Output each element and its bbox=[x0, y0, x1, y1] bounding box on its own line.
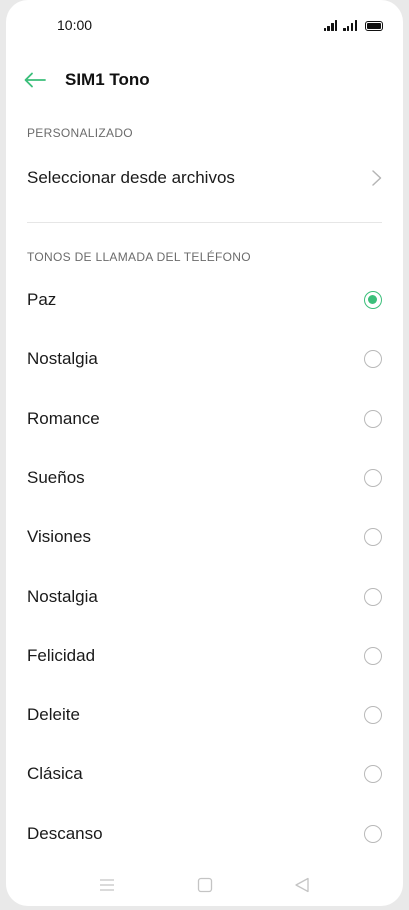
page-title: SIM1 Tono bbox=[65, 70, 150, 89]
back-button[interactable] bbox=[22, 67, 48, 93]
ringtone-label: Felicidad bbox=[27, 645, 96, 665]
ringtone-label: Nostalgia bbox=[27, 586, 98, 606]
nav-back-button[interactable] bbox=[289, 872, 315, 898]
status-time: 10:00 bbox=[57, 17, 93, 33]
ringtone-row[interactable]: Paz bbox=[6, 274, 403, 326]
radio-unselected-icon[interactable] bbox=[364, 409, 382, 428]
ringtone-row[interactable]: Descanso bbox=[6, 808, 403, 860]
ringtone-label: Clásica bbox=[27, 764, 83, 784]
radio-unselected-icon[interactable] bbox=[364, 824, 382, 843]
phone-screen: 10:00 SIM1 Tono PERSONALIZADO Selecciona… bbox=[6, 0, 403, 906]
ringtone-label: Romance bbox=[27, 408, 100, 428]
ringtone-row[interactable]: Romance bbox=[6, 393, 403, 445]
ringtone-label: Paz bbox=[27, 290, 57, 309]
arrow-left-icon bbox=[24, 72, 46, 88]
ringtone-row[interactable]: Nostalgia bbox=[6, 571, 403, 623]
section-label-ringtones: TONOS DE LLAMADA DEL TELÉFONO bbox=[27, 250, 251, 264]
ringtone-label: Descanso bbox=[27, 823, 103, 843]
radio-unselected-icon[interactable] bbox=[364, 765, 382, 784]
signal-icon bbox=[343, 20, 357, 31]
nav-home-button[interactable] bbox=[192, 872, 218, 898]
ringtone-label: Visiones bbox=[27, 527, 91, 547]
section-divider bbox=[27, 222, 382, 223]
ringtone-row[interactable]: Nostalgia bbox=[6, 333, 403, 385]
ringtone-row[interactable]: Sueños bbox=[6, 452, 403, 504]
chevron-right-icon bbox=[372, 170, 382, 186]
menu-icon bbox=[100, 879, 114, 891]
select-from-files-row[interactable]: Seleccionar desde archivos bbox=[6, 152, 403, 204]
radio-selected-icon[interactable] bbox=[364, 291, 382, 309]
status-bar: 10:00 bbox=[6, 0, 403, 52]
navigation-bar bbox=[6, 864, 403, 906]
square-home-icon bbox=[197, 877, 213, 893]
ringtone-row[interactable]: Visiones bbox=[6, 511, 403, 563]
radio-unselected-icon[interactable] bbox=[364, 706, 382, 725]
nav-menu-button[interactable] bbox=[94, 872, 120, 898]
signal-icon bbox=[323, 20, 338, 31]
radio-unselected-icon[interactable] bbox=[364, 646, 382, 665]
status-icons bbox=[323, 17, 383, 31]
select-from-files-label: Seleccionar desde archivos bbox=[27, 168, 235, 187]
ringtone-row[interactable]: Felicidad bbox=[6, 630, 403, 682]
app-header: SIM1 Tono bbox=[6, 58, 403, 102]
ringtone-row[interactable]: Clásica bbox=[6, 748, 403, 800]
radio-unselected-icon[interactable] bbox=[364, 528, 382, 547]
radio-unselected-icon[interactable] bbox=[364, 350, 382, 369]
ringtone-label: Nostalgia bbox=[27, 349, 98, 369]
radio-unselected-icon[interactable] bbox=[364, 468, 382, 487]
ringtone-label: Deleite bbox=[27, 705, 80, 725]
radio-unselected-icon[interactable] bbox=[364, 587, 382, 606]
ringtone-label: Sueños bbox=[27, 467, 85, 487]
section-label-custom: PERSONALIZADO bbox=[27, 126, 133, 140]
ringtone-row[interactable]: Deleite bbox=[6, 689, 403, 741]
triangle-back-icon bbox=[295, 877, 309, 893]
battery-icon bbox=[365, 21, 383, 31]
